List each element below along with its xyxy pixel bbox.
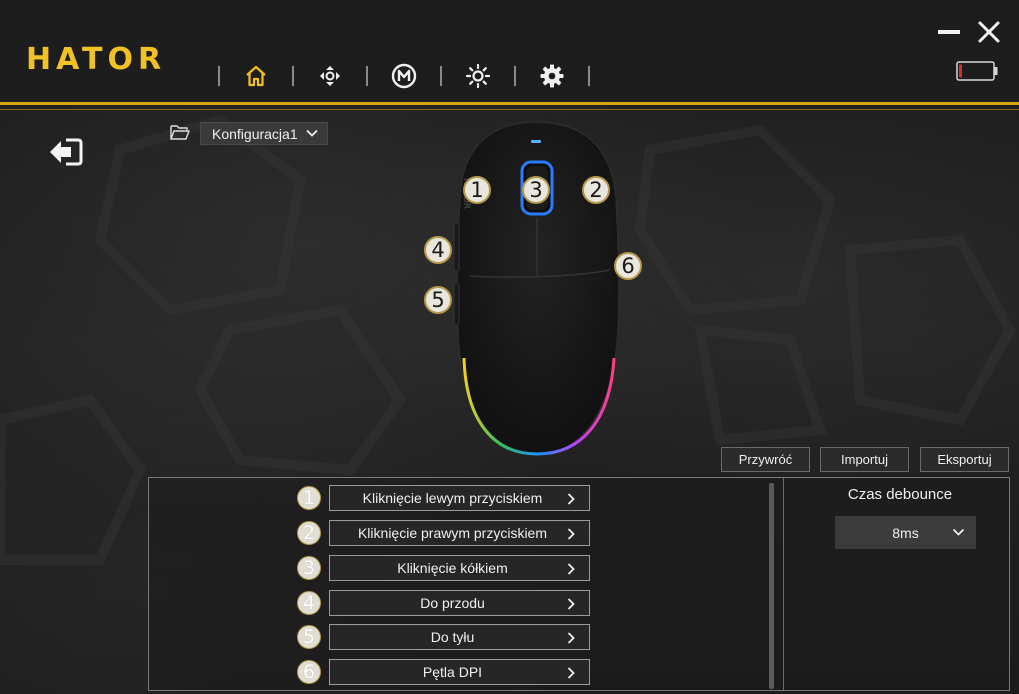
nav-home[interactable] <box>220 60 292 92</box>
nav-settings[interactable] <box>516 60 588 92</box>
binding-number: 3 <box>297 556 321 580</box>
binding-button-right-click[interactable]: Kliknięcie prawym przyciskiem <box>329 520 590 546</box>
chevron-right-icon <box>567 598 575 610</box>
binding-number: 2 <box>297 521 321 545</box>
config-select-value: Konfiguracja1 <box>212 125 298 142</box>
mouse-marker-5[interactable]: 5 <box>424 286 452 314</box>
chevron-right-icon <box>567 563 575 575</box>
import-button[interactable]: Importuj <box>820 447 909 472</box>
bindings-scrollbar[interactable] <box>769 483 774 689</box>
binding-label: Kliknięcie lewym przyciskiem <box>362 490 543 506</box>
macro-m-icon <box>391 63 417 89</box>
binding-number: 5 <box>297 625 321 649</box>
nav-macro[interactable] <box>368 60 440 92</box>
chevron-right-icon <box>567 493 575 505</box>
debounce-label: Czas debounce <box>847 486 953 503</box>
binding-button-back[interactable]: Do tyłu <box>329 624 590 650</box>
debounce-value: 8ms <box>892 524 919 541</box>
binding-label: Do przodu <box>420 595 485 611</box>
nav-lighting[interactable] <box>442 60 514 92</box>
binding-label: Kliknięcie prawym przyciskiem <box>357 525 548 541</box>
config-select[interactable]: Konfiguracja1 <box>200 122 328 145</box>
gear-icon <box>540 64 564 88</box>
bindings-panel: 1 Kliknięcie lewym przyciskiem 2 Kliknię… <box>148 477 1010 691</box>
header-bar: HATOR <box>0 0 1019 104</box>
dpad-icon <box>320 66 340 86</box>
mouse-marker-1[interactable]: 1 <box>463 176 491 204</box>
binding-label: Do tyłu <box>430 629 475 645</box>
header-accent-line <box>0 102 1019 105</box>
binding-number: 1 <box>297 486 321 510</box>
chevron-right-icon <box>567 667 575 679</box>
panel-divider <box>783 478 784 690</box>
chevron-down-icon <box>952 528 965 536</box>
minimize-button[interactable] <box>938 30 960 34</box>
binding-number: 6 <box>297 660 321 684</box>
folder-icon <box>170 125 190 140</box>
nav-separator <box>588 66 590 86</box>
exit-icon[interactable] <box>48 136 84 168</box>
binding-label: Pętla DPI <box>422 664 483 680</box>
reset-button[interactable]: Przywróć <box>721 447 810 472</box>
main-nav <box>218 60 590 92</box>
mouse-marker-6[interactable]: 6 <box>614 252 642 280</box>
debounce-select[interactable]: 8ms <box>835 516 976 549</box>
battery-low-icon <box>956 61 998 81</box>
close-icon[interactable] <box>977 20 1001 44</box>
header-accent-line-thin <box>0 109 1019 110</box>
chevron-right-icon <box>567 528 575 540</box>
binding-button-left-click[interactable]: Kliknięcie lewym przyciskiem <box>329 485 590 511</box>
binding-label: Kliknięcie kółkiem <box>397 560 508 576</box>
nav-buttons[interactable] <box>294 60 366 92</box>
mouse-marker-4[interactable]: 4 <box>424 236 452 264</box>
binding-button-wheel-click[interactable]: Kliknięcie kółkiem <box>329 555 590 581</box>
export-button[interactable]: Eksportuj <box>920 447 1009 472</box>
binding-button-dpi-loop[interactable]: Pętla DPI <box>329 659 590 685</box>
mouse-illustration: HATOR <box>453 121 620 456</box>
home-icon <box>246 65 266 87</box>
mouse-marker-2[interactable]: 2 <box>582 176 610 204</box>
binding-button-forward[interactable]: Do przodu <box>329 590 590 616</box>
binding-number: 4 <box>297 591 321 615</box>
chevron-down-icon <box>306 129 318 137</box>
sun-icon <box>465 63 491 89</box>
chevron-right-icon <box>567 632 575 644</box>
mouse-marker-3[interactable]: 3 <box>522 176 550 204</box>
hator-logo: HATOR <box>26 42 167 77</box>
